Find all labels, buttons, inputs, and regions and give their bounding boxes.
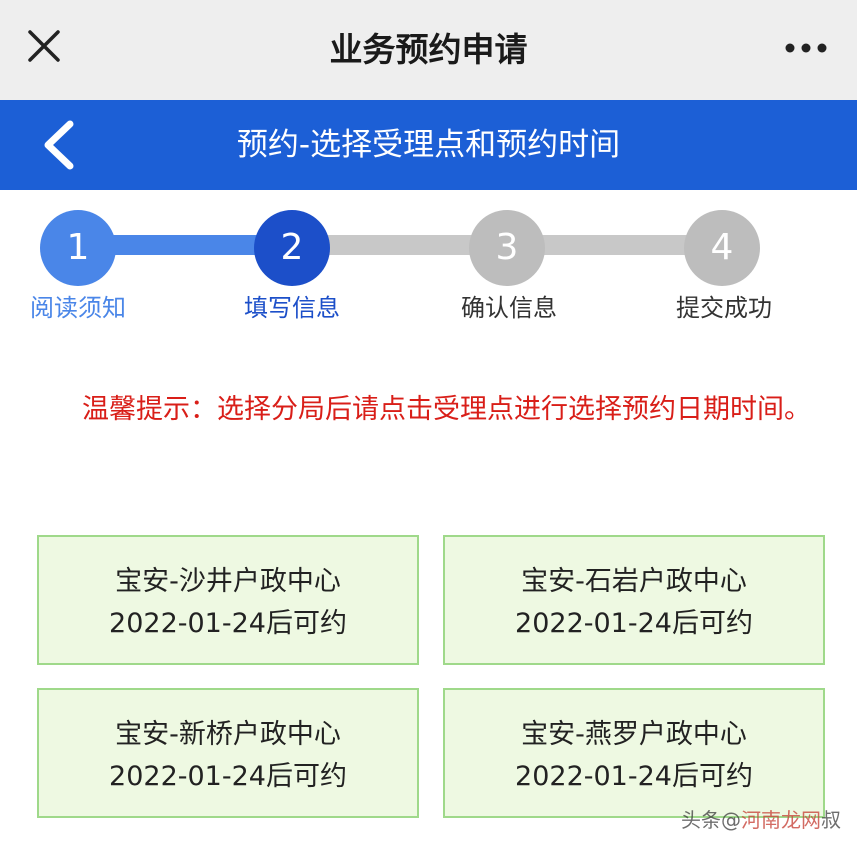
step-progress: 1 2 3 4 阅读须知 填写信息 确认信息 提交成功 bbox=[0, 190, 857, 340]
close-button[interactable] bbox=[22, 24, 66, 68]
step-2-circle: 2 bbox=[254, 210, 330, 286]
center-name: 宝安-石岩户政中心 bbox=[521, 566, 747, 597]
close-icon bbox=[28, 30, 60, 62]
center-card-shiyan[interactable]: 宝安-石岩户政中心 2022-01-24后可约 bbox=[443, 535, 825, 665]
notice-text: 温馨提示：选择分局后请点击受理点进行选择预约日期时间。 bbox=[82, 394, 811, 425]
step-1-circle: 1 bbox=[40, 210, 116, 286]
top-bar: 业务预约申请 bbox=[0, 0, 857, 100]
step-3-label: 确认信息 bbox=[461, 294, 557, 322]
center-name: 宝安-沙井户政中心 bbox=[115, 566, 341, 597]
center-card-shajing[interactable]: 宝安-沙井户政中心 2022-01-24后可约 bbox=[37, 535, 419, 665]
back-button[interactable] bbox=[36, 118, 86, 172]
page-title: 业务预约申请 bbox=[329, 30, 528, 69]
center-availability: 2022-01-24后可约 bbox=[515, 608, 753, 639]
step-1-label: 阅读须知 bbox=[30, 294, 126, 322]
center-availability: 2022-01-24后可约 bbox=[109, 608, 347, 639]
center-card-xinqiao[interactable]: 宝安-新桥户政中心 2022-01-24后可约 bbox=[37, 688, 419, 818]
page: 业务预约申请 预约-选择受理点和预约时间 1 2 3 4 阅读须知 填写信息 确… bbox=[0, 0, 857, 845]
step-3-circle: 3 bbox=[469, 210, 545, 286]
step-2-label: 填写信息 bbox=[244, 294, 340, 322]
step-4-label: 提交成功 bbox=[676, 294, 772, 322]
center-name: 宝安-燕罗户政中心 bbox=[521, 719, 747, 750]
more-icon bbox=[785, 43, 827, 53]
chevron-left-icon bbox=[44, 120, 74, 170]
step-4-circle: 4 bbox=[684, 210, 760, 286]
more-button[interactable] bbox=[781, 30, 831, 66]
center-availability: 2022-01-24后可约 bbox=[109, 761, 347, 792]
sub-header: 预约-选择受理点和预约时间 bbox=[0, 100, 857, 190]
center-card-yanluo[interactable]: 宝安-燕罗户政中心 2022-01-24后可约 bbox=[443, 688, 825, 818]
sub-header-title: 预约-选择受理点和预约时间 bbox=[236, 127, 621, 163]
center-name: 宝安-新桥户政中心 bbox=[115, 719, 341, 750]
center-availability: 2022-01-24后可约 bbox=[515, 761, 753, 792]
